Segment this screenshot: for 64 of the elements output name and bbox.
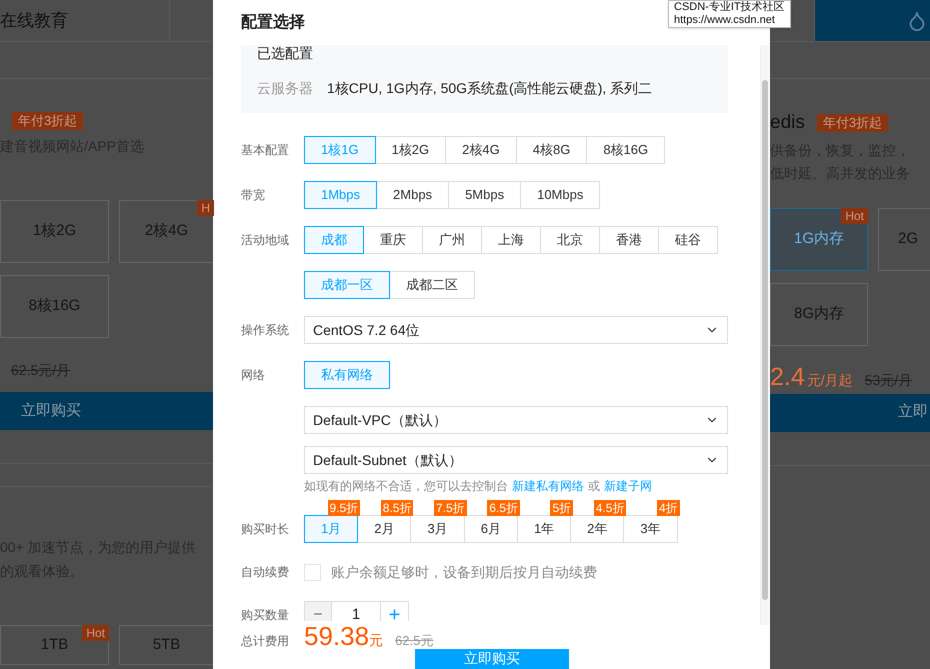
- option-button[interactable]: 北京: [540, 226, 600, 254]
- hot-badge: H: [197, 200, 214, 216]
- scrollbar[interactable]: [760, 45, 769, 625]
- discount-badge: 年付3折起: [816, 114, 888, 132]
- field-label: 操作系统: [241, 323, 289, 337]
- discount-badge: 年付3折起: [12, 112, 84, 130]
- hint-text: 如现有的网络不合适，您可以去控制台: [304, 478, 508, 495]
- product-title: edis: [770, 111, 805, 135]
- option-button[interactable]: 5Mbps: [448, 181, 522, 209]
- option-button[interactable]: 成都二区: [389, 271, 475, 299]
- checkbox-label: 账户余额足够时，设备到期后按月自动续费: [331, 562, 597, 582]
- select-field[interactable]: Default-VPC（默认）: [304, 406, 728, 434]
- hot-badge: Hot: [82, 625, 109, 641]
- option-button[interactable]: 2Mbps: [376, 181, 450, 209]
- select-field[interactable]: CentOS 7.2 64位: [304, 316, 728, 344]
- header-tab[interactable]: [815, 0, 930, 41]
- option-button[interactable]: 硅谷: [658, 226, 718, 254]
- discount-badge: 9.5折: [328, 500, 360, 516]
- field-label: 活动地域: [241, 233, 289, 247]
- option-button[interactable]: 1年: [516, 515, 572, 543]
- option-button[interactable]: 4核8G: [516, 136, 588, 164]
- price: 2.4: [770, 362, 805, 392]
- price-unit: 元/月起: [806, 370, 853, 390]
- select-field[interactable]: Default-Subnet（默认）: [304, 446, 728, 474]
- buy-button[interactable]: 立即购买: [0, 392, 213, 430]
- option-button[interactable]: 广州: [422, 226, 482, 254]
- option-button[interactable]: 2核4G: [445, 136, 517, 164]
- checkbox[interactable]: [304, 564, 321, 580]
- discount-badge: 4.5折: [594, 500, 626, 516]
- hot-badge: Hot: [841, 208, 868, 224]
- discount-badge: 6.5折: [487, 500, 520, 516]
- total-price: 59.38: [304, 621, 370, 651]
- option-button[interactable]: 上海: [481, 226, 541, 254]
- option-button[interactable]: 6月: [464, 515, 518, 543]
- field-label: 购买时长: [241, 522, 289, 536]
- field-label: 自动续费: [241, 565, 289, 579]
- field-label: 购买数量: [241, 608, 289, 622]
- option-button[interactable]: 重庆: [363, 226, 423, 254]
- old-price: 62.5元: [395, 632, 434, 650]
- dialog-title: 配置选择: [241, 12, 305, 32]
- scrollbar-thumb[interactable]: [762, 80, 768, 600]
- tooltip: CSDN-专业IT技术社区 https://www.csdn.net: [668, 0, 791, 28]
- option-button[interactable]: 1核2G: [374, 136, 446, 164]
- field-label: 网络: [241, 368, 265, 382]
- option-button[interactable]: 2月: [357, 515, 412, 543]
- option-button[interactable]: 香港: [599, 226, 659, 254]
- summary-value: 1核CPU, 1G内存, 50G系统盘(高性能云硬盘), 系列二: [327, 79, 652, 98]
- discount-badge: 4折: [656, 500, 680, 516]
- buy-button[interactable]: 立即: [770, 394, 930, 432]
- discount-badge: 7.5折: [434, 500, 467, 516]
- hint-text: 或: [588, 478, 600, 495]
- discount-badge: 8.5折: [380, 500, 414, 516]
- field-label: 基本配置: [241, 143, 289, 157]
- option-button[interactable]: 10Mbps: [520, 181, 600, 209]
- field-label: 总计费用: [241, 633, 290, 650]
- option-button[interactable]: 3年: [623, 515, 678, 543]
- field-label: 带宽: [241, 188, 265, 202]
- option-button[interactable]: 3月: [410, 515, 465, 543]
- price-unit: 元: [369, 631, 384, 650]
- discount-badge: 5折: [550, 500, 574, 516]
- summary-label: 云服务器: [257, 79, 313, 98]
- option-button[interactable]: 2年: [570, 515, 624, 543]
- option-button[interactable]: 8核16G: [586, 136, 666, 164]
- summary-heading: 已选配置: [257, 45, 314, 61]
